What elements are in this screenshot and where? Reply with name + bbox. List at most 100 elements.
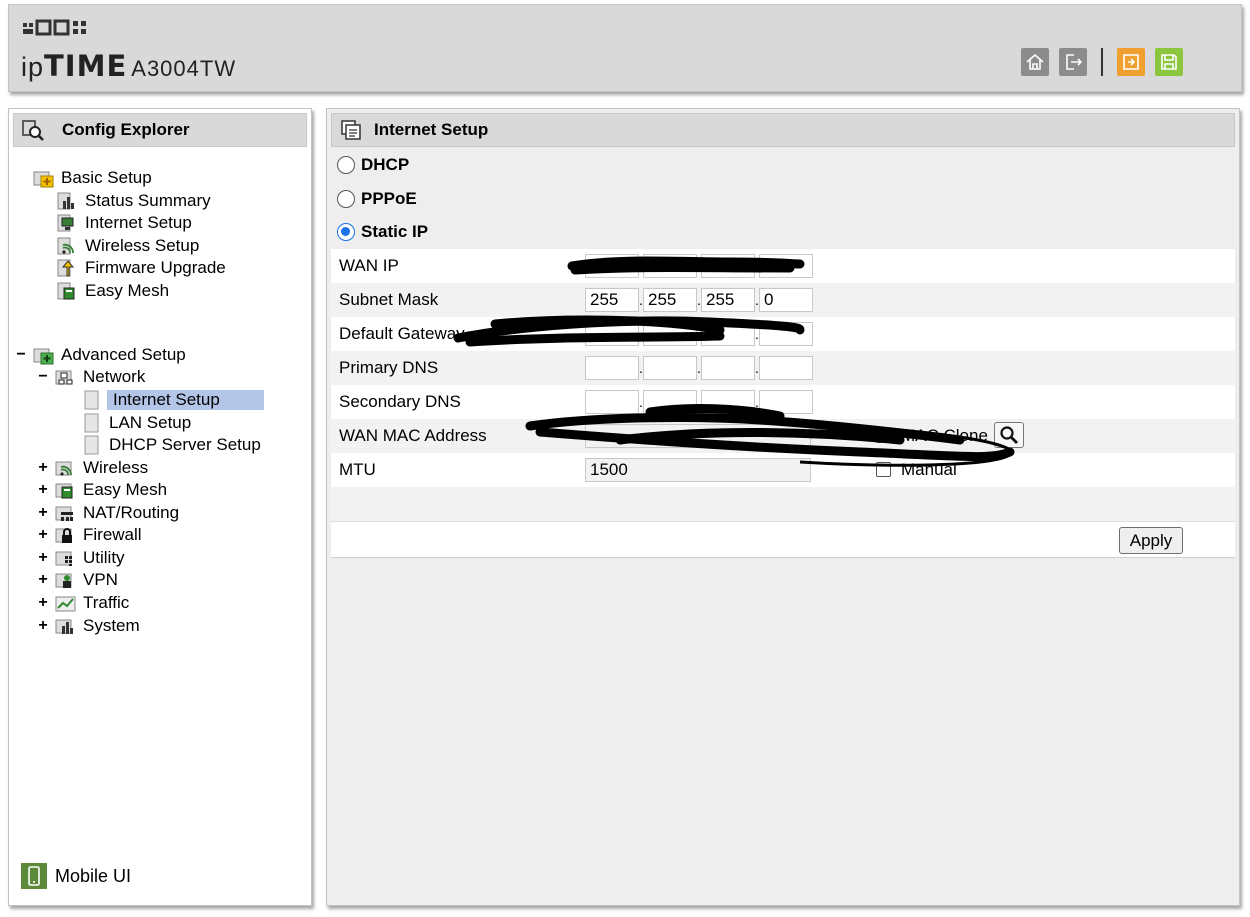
brand-title: ipTIME A3004TW: [21, 49, 236, 85]
tree-system[interactable]: + System: [37, 615, 142, 637]
expand-toggle[interactable]: +: [37, 459, 49, 477]
tree-label: Firmware Upgrade: [85, 258, 226, 277]
tree-easy-mesh[interactable]: + Easy Mesh: [37, 479, 169, 501]
expand-toggle[interactable]: +: [37, 594, 49, 612]
collapse-toggle[interactable]: −: [15, 346, 27, 364]
tree-status-summary[interactable]: Status Summary: [57, 190, 213, 212]
radio-button[interactable]: [337, 190, 355, 208]
tree-firewall[interactable]: + Firewall: [37, 524, 144, 546]
expand-toggle[interactable]: +: [37, 571, 49, 589]
tree-dhcp-server-setup[interactable]: DHCP Server Setup: [81, 434, 263, 456]
field-label: Default Gateway: [339, 324, 465, 343]
ip-octet-3[interactable]: [701, 356, 755, 380]
tree-label: Easy Mesh: [85, 281, 170, 300]
ip-octet-3[interactable]: [701, 254, 755, 278]
tree-internet-setup[interactable]: Internet Setup: [81, 389, 264, 411]
chart-bars-icon: [57, 191, 79, 211]
ip-octet-2[interactable]: [643, 254, 697, 278]
ip-octet-3[interactable]: 255: [701, 288, 755, 312]
tree-label: VPN: [83, 570, 118, 589]
tree-network[interactable]: − Network: [37, 366, 147, 388]
expand-toggle[interactable]: +: [37, 526, 49, 544]
ip-octet-1[interactable]: [585, 356, 639, 380]
ip-octet-4[interactable]: [759, 390, 813, 414]
wireless-icon: [57, 236, 79, 256]
mac-search-button[interactable]: [994, 422, 1024, 448]
ip-octet-2[interactable]: [643, 322, 697, 346]
tree-lan-setup[interactable]: LAN Setup: [81, 412, 193, 434]
ip-octet-3[interactable]: [701, 322, 755, 346]
radio-static-ip[interactable]: Static IP: [337, 219, 428, 245]
field-label: MTU: [339, 460, 376, 479]
mesh-folder-icon: [55, 480, 77, 500]
ip-octet-1[interactable]: [585, 322, 639, 346]
ip-octet-3[interactable]: [701, 390, 755, 414]
radio-pppoe[interactable]: PPPoE: [337, 186, 417, 212]
tree-wireless-setup-basic[interactable]: Wireless Setup: [57, 235, 201, 257]
mobile-ui-link[interactable]: Mobile UI: [21, 863, 131, 889]
save-icon[interactable]: [1155, 48, 1183, 76]
ip-octet-4[interactable]: 0: [759, 288, 813, 312]
wan-ip-input: . . .: [585, 254, 813, 278]
secondary-dns-input: . . .: [585, 390, 813, 414]
ip-octet-2[interactable]: 255: [643, 288, 697, 312]
tree-label: Internet Setup: [107, 390, 264, 410]
radio-dhcp[interactable]: DHCP: [337, 152, 409, 178]
tree-nat-routing[interactable]: + NAT/Routing: [37, 502, 181, 524]
internet-setup-panel: Internet Setup DHCP PPPoE Static IP WAN …: [326, 108, 1240, 906]
ip-octet-1[interactable]: [585, 254, 639, 278]
tree-wireless[interactable]: + Wireless: [37, 457, 150, 479]
tree-traffic[interactable]: + Traffic: [37, 592, 131, 614]
tree-label: Internet Setup: [85, 213, 192, 232]
field-label: WAN MAC Address: [339, 426, 487, 445]
ip-octet-1[interactable]: [585, 390, 639, 414]
ip-octet-2[interactable]: [643, 356, 697, 380]
tree-utility[interactable]: + Utility: [37, 547, 127, 569]
expand-toggle[interactable]: +: [37, 549, 49, 567]
traffic-graph-icon: [55, 593, 77, 613]
utility-icon: [55, 548, 77, 568]
ip-octet-2[interactable]: [643, 390, 697, 414]
network-icon: [55, 367, 77, 387]
ip-octet-4[interactable]: [759, 356, 813, 380]
apply-config-icon[interactable]: [1117, 48, 1145, 76]
row-mtu: MTU 1500 Manual: [331, 453, 1235, 487]
wan-mac-input[interactable]: [585, 424, 811, 448]
apply-bar: Apply: [331, 521, 1235, 557]
radio-label: Static IP: [361, 222, 429, 241]
collapse-toggle[interactable]: −: [37, 368, 49, 386]
default-gateway-input: . . .: [585, 322, 813, 346]
tree-basic-setup[interactable]: Basic Setup: [33, 167, 154, 189]
expand-toggle[interactable]: +: [37, 481, 49, 499]
tree-internet-setup-basic[interactable]: Internet Setup: [57, 212, 194, 234]
static-ip-form: WAN IP . . . Subnet Mask 255. 255. 255. …: [331, 249, 1235, 557]
radio-button[interactable]: [337, 156, 355, 174]
home-icon[interactable]: [1021, 48, 1049, 76]
expand-toggle[interactable]: +: [37, 617, 49, 635]
tree-advanced-setup[interactable]: − Advanced Setup: [15, 344, 188, 366]
mesh-icon: [57, 281, 79, 301]
tree-easy-mesh-basic[interactable]: Easy Mesh: [57, 280, 171, 302]
brand-prefix: ip: [21, 52, 45, 82]
tree-vpn[interactable]: + VPN: [37, 569, 120, 591]
windows-stack-icon: [338, 117, 364, 143]
config-explorer-title: Config Explorer: [62, 120, 190, 139]
vpn-icon: [55, 570, 77, 590]
logout-icon[interactable]: [1059, 48, 1087, 76]
ip-octet-4[interactable]: [759, 322, 813, 346]
mtu-input[interactable]: 1500: [585, 458, 811, 482]
mtu-manual-checkbox[interactable]: [876, 462, 891, 477]
page-icon: [81, 435, 103, 455]
field-label: Subnet Mask: [339, 290, 439, 309]
ip-octet-4[interactable]: [759, 254, 813, 278]
mobile-phone-icon: [21, 863, 47, 889]
expand-toggle[interactable]: +: [37, 504, 49, 522]
magnifier-icon: [20, 117, 46, 143]
row-default-gateway: Default Gateway . . .: [331, 317, 1235, 351]
ip-octet-1[interactable]: 255: [585, 288, 639, 312]
mac-clone-checkbox[interactable]: [876, 428, 891, 443]
tree-firmware-upgrade[interactable]: Firmware Upgrade: [57, 257, 228, 279]
radio-button[interactable]: [337, 223, 355, 241]
row-wan-ip: WAN IP . . .: [331, 249, 1235, 283]
apply-button[interactable]: Apply: [1119, 527, 1183, 554]
